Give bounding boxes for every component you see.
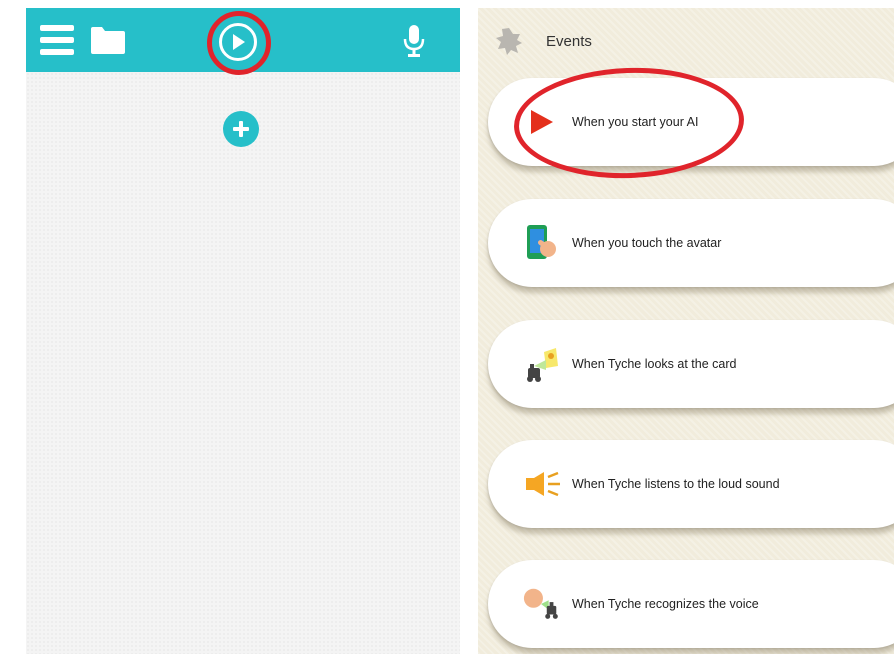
events-panel: Events When you start your AI When you t… bbox=[478, 8, 894, 654]
events-header: Events bbox=[494, 26, 592, 56]
event-item-touch-avatar[interactable]: When you touch the avatar bbox=[488, 199, 894, 287]
phone-touch-icon bbox=[522, 221, 562, 265]
play-circle-icon bbox=[219, 23, 257, 61]
play-button[interactable] bbox=[213, 17, 263, 67]
event-item-recognize-voice[interactable]: When Tyche recognizes the voice bbox=[488, 560, 894, 648]
event-item-label: When you touch the avatar bbox=[572, 236, 722, 250]
event-item-label: When Tyche looks at the card bbox=[572, 357, 737, 371]
event-item-label: When Tyche listens to the loud sound bbox=[572, 477, 780, 491]
editor-toolbar bbox=[26, 8, 460, 72]
folder-icon[interactable] bbox=[90, 24, 126, 56]
event-item-label: When you start your AI bbox=[572, 115, 699, 129]
plus-circle-icon bbox=[233, 121, 249, 137]
event-item-label: When Tyche recognizes the voice bbox=[572, 597, 759, 611]
robot-card-icon bbox=[522, 342, 562, 386]
hamburger-menu-icon[interactable] bbox=[40, 25, 74, 55]
red-play-triangle-icon bbox=[522, 100, 562, 144]
add-block-button[interactable] bbox=[223, 111, 259, 147]
event-item-start-ai[interactable]: When you start your AI bbox=[488, 78, 894, 166]
events-title: Events bbox=[546, 32, 592, 50]
puzzle-piece-icon bbox=[496, 28, 522, 55]
loudspeaker-icon bbox=[522, 462, 562, 506]
screenshot-stage: Events When you start your AI When you t… bbox=[0, 0, 894, 654]
editor-panel bbox=[26, 8, 460, 654]
microphone-icon[interactable] bbox=[400, 24, 428, 58]
event-item-looks-card[interactable]: When Tyche looks at the card bbox=[488, 320, 894, 408]
face-voice-robot-icon bbox=[522, 582, 562, 626]
event-item-loud-sound[interactable]: When Tyche listens to the loud sound bbox=[488, 440, 894, 528]
